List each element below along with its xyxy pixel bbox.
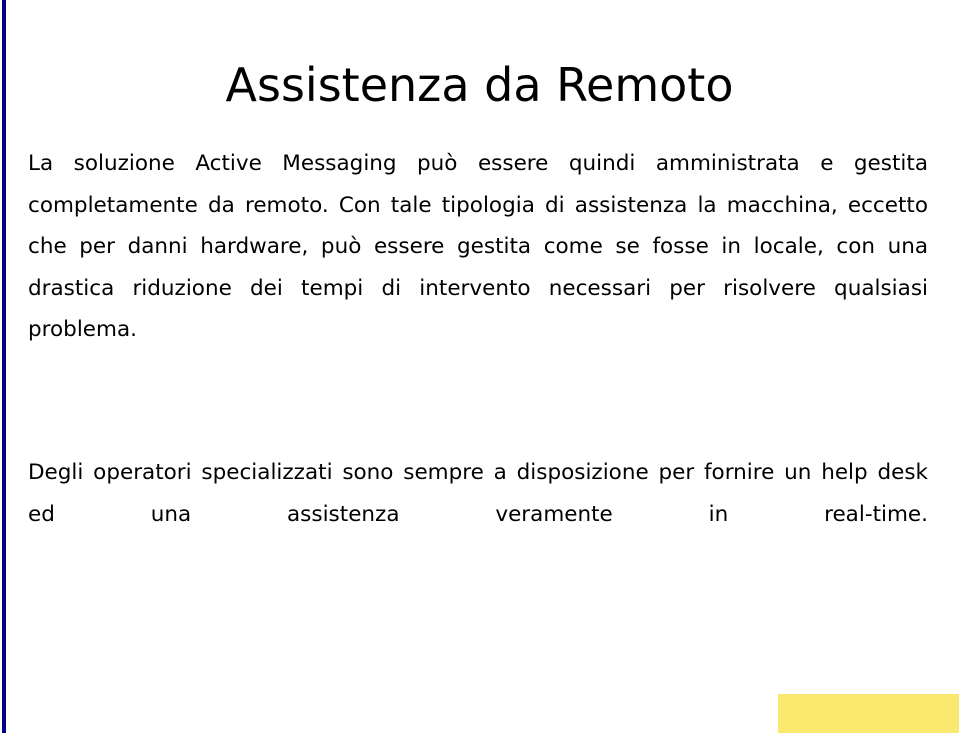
yellow-marker-block <box>778 694 959 733</box>
body-paragraph-2: Degli operatori specializzati sono sempr… <box>28 460 928 527</box>
page-title: Assistenza da Remoto <box>225 57 734 112</box>
slide-body: La soluzione Active Messaging può essere… <box>28 143 928 577</box>
body-paragraph-1: La soluzione Active Messaging può essere… <box>28 151 928 342</box>
slide-canvas: Assistenza da Remoto La soluzione Active… <box>0 0 959 733</box>
